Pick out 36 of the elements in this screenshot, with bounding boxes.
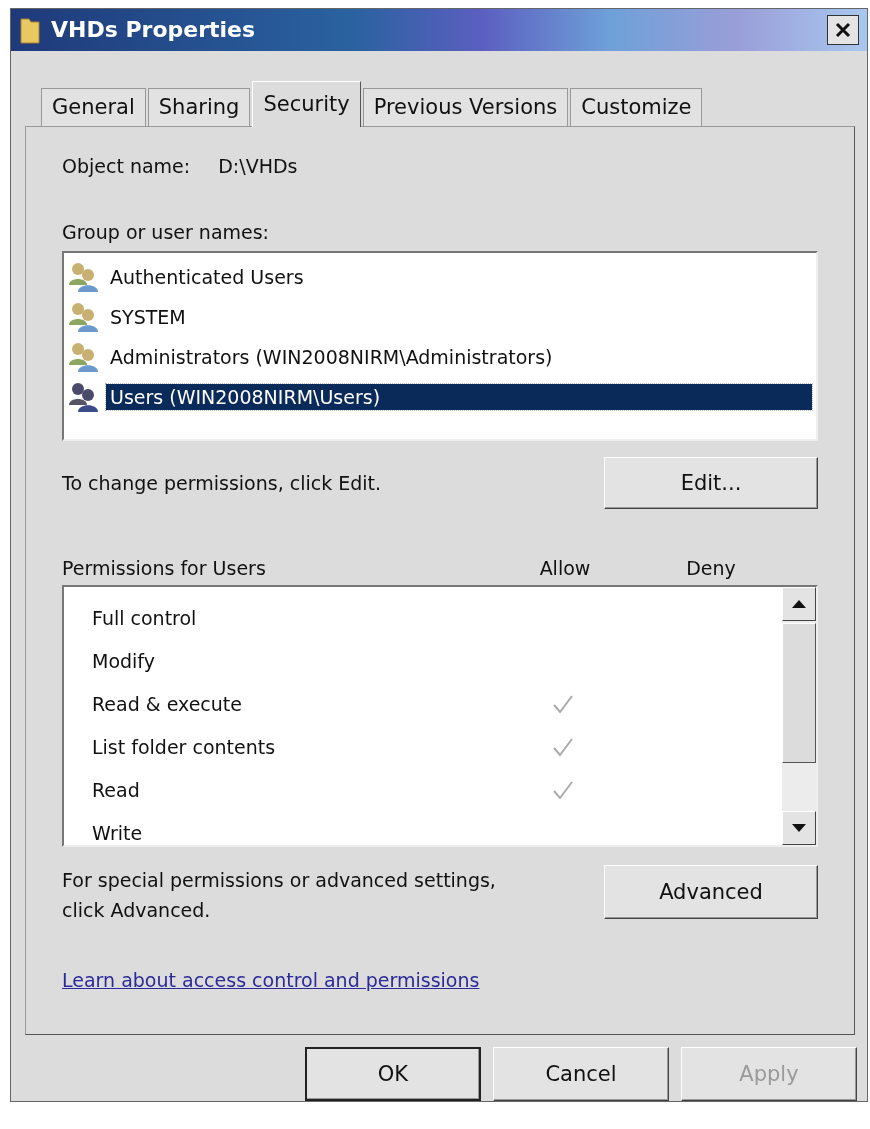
advanced-hint: For special permissions or advanced settings, click Advanced. [62, 867, 497, 923]
permission-name: Read & execute [92, 693, 243, 715]
group-list-item[interactable]: Authenticated Users [106, 263, 308, 290]
tab[interactable]: Security [252, 80, 361, 127]
window-title: VHDs Properties [51, 17, 256, 43]
permission-name: Full control [92, 607, 198, 629]
close-button[interactable] [827, 14, 859, 45]
scroll-up-button[interactable] [782, 586, 816, 621]
group-list-item[interactable]: SYSTEM [106, 303, 190, 330]
permission-name: List folder contents [92, 736, 277, 758]
dialog-button[interactable]: Cancel [493, 1047, 669, 1101]
advanced-button[interactable]: Advanced [604, 864, 818, 919]
permission-name: Modify [92, 650, 156, 672]
scrollbar[interactable] [782, 586, 816, 845]
tab[interactable]: Previous Versions [362, 87, 569, 126]
tab[interactable]: Customize [570, 87, 703, 126]
group-list-item[interactable]: Administrators (WIN2008NIRM\Administrators) [106, 343, 557, 370]
close-icon [834, 20, 852, 39]
edit-button[interactable]: Edit... [604, 456, 818, 509]
tab[interactable]: Sharing [147, 87, 251, 126]
column-header: Allow [538, 556, 592, 579]
permission-name: Write [92, 822, 144, 844]
up-arrow-icon [791, 598, 807, 609]
object-name-value: D:\VHDs [218, 154, 298, 177]
permission-name: Read [92, 779, 141, 801]
group-list-item[interactable]: Users (WIN2008NIRM\Users) [106, 383, 812, 410]
permissions-label: Permissions for Users [62, 556, 267, 579]
group-list-label: Group or user names: [62, 220, 271, 243]
dialog-button[interactable]: OK [305, 1047, 481, 1101]
help-link[interactable]: Learn about access control and permissions [62, 968, 480, 991]
object-name-label: Object name: [62, 154, 191, 177]
tab[interactable]: General [41, 87, 146, 126]
scroll-down-button[interactable] [782, 810, 816, 845]
change-hint: To change permissions, click Edit. [62, 471, 382, 494]
column-header: Deny [685, 556, 737, 579]
down-arrow-icon [791, 822, 807, 833]
